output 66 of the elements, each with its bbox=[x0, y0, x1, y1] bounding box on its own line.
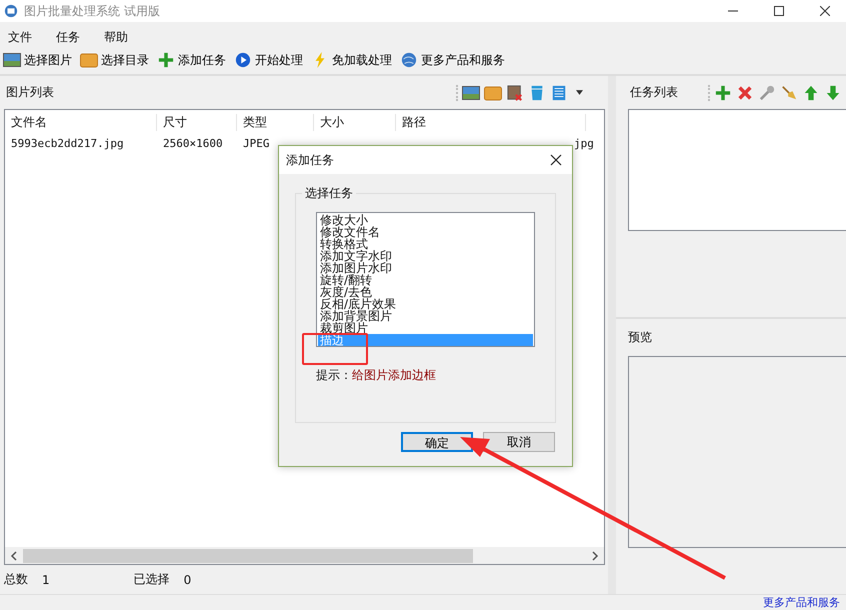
up-arrow-icon bbox=[802, 84, 820, 100]
list-item[interactable]: 反相/底片效果 bbox=[318, 298, 533, 310]
picture-icon bbox=[462, 84, 480, 100]
list-item[interactable]: 灰度/去色 bbox=[318, 286, 533, 298]
dialog-button[interactable]: 取消 bbox=[483, 432, 555, 452]
app-icon bbox=[4, 4, 18, 18]
toolbar-button[interactable]: 选择图片 bbox=[3, 52, 72, 68]
toolbar-button[interactable]: 选择目录 bbox=[80, 52, 149, 68]
status-value: 0 bbox=[184, 572, 192, 586]
toolbar-button[interactable]: 开始处理 bbox=[234, 52, 303, 68]
picture-delete-icon bbox=[506, 84, 524, 100]
list-item[interactable]: 裁剪图片 bbox=[318, 322, 533, 334]
broom-icon bbox=[780, 84, 798, 100]
list-item[interactable]: 转换格式 bbox=[318, 238, 533, 250]
table-cell: JPEG bbox=[243, 136, 270, 150]
picture-icon bbox=[3, 52, 21, 68]
close-icon[interactable] bbox=[820, 6, 830, 16]
menu-item[interactable]: 文件 bbox=[8, 29, 32, 46]
wrench-icon bbox=[758, 84, 776, 100]
folder-icon bbox=[484, 84, 502, 100]
footer-link[interactable]: 更多产品和服务 bbox=[763, 596, 840, 609]
status-label: 总数 bbox=[4, 571, 28, 588]
column-header[interactable]: 大小 bbox=[314, 114, 396, 130]
panel-title: 图片列表 bbox=[6, 84, 54, 101]
hint-label: 提示： bbox=[316, 368, 352, 382]
table-cell: jpg bbox=[574, 136, 594, 150]
panel-title: 预览 bbox=[628, 329, 653, 346]
toolbar-button[interactable]: 更多产品和服务 bbox=[400, 52, 505, 68]
column-header[interactable]: 文件名 bbox=[5, 114, 157, 130]
list-item[interactable]: 修改文件名 bbox=[318, 226, 533, 238]
plus-icon bbox=[157, 52, 175, 68]
toolbar-button[interactable]: 添加任务 bbox=[157, 52, 226, 68]
list-item[interactable]: 旋转/翻转 bbox=[318, 274, 533, 286]
scrollbar-thumb[interactable] bbox=[23, 548, 473, 562]
table-cell: 2560×1600 bbox=[163, 136, 223, 150]
column-header[interactable]: 尺寸 bbox=[157, 114, 237, 130]
table-cell: 5993ecb2dd217.jpg bbox=[11, 136, 124, 150]
status-value: 1 bbox=[42, 572, 50, 586]
down-arrow-icon bbox=[824, 84, 842, 100]
horizontal-scrollbar[interactable] bbox=[5, 547, 604, 564]
close-icon[interactable] bbox=[550, 154, 562, 166]
list-item[interactable]: 修改大小 bbox=[318, 214, 533, 226]
plus-icon bbox=[714, 84, 732, 100]
list-item[interactable]: 添加文字水印 bbox=[318, 250, 533, 262]
globe-icon bbox=[400, 52, 418, 68]
play-icon bbox=[234, 52, 252, 68]
list-item[interactable]: 添加图片水印 bbox=[318, 262, 533, 274]
list-view-icon bbox=[550, 84, 568, 100]
window-title: 图片批量处理系统 试用版 bbox=[24, 2, 160, 20]
group-label: 选择任务 bbox=[302, 185, 356, 202]
list-item[interactable]: 添加背景图片 bbox=[318, 310, 533, 322]
dialog-button[interactable]: 确定 bbox=[401, 432, 473, 452]
column-header[interactable]: 类型 bbox=[237, 114, 314, 130]
toolbar-button[interactable]: 免加载处理 bbox=[311, 52, 392, 68]
folder-icon bbox=[80, 52, 98, 68]
dropdown-caret-icon[interactable] bbox=[576, 90, 583, 95]
menu-item[interactable]: 帮助 bbox=[104, 29, 128, 46]
column-header[interactable]: 路径 bbox=[396, 114, 586, 130]
hint-text: 给图片添加边框 bbox=[352, 368, 436, 382]
highlight-frame bbox=[302, 333, 368, 365]
maximize-icon[interactable] bbox=[774, 6, 784, 16]
dialog-title: 添加任务 bbox=[286, 152, 334, 168]
menu-item[interactable]: 任务 bbox=[56, 29, 80, 46]
delete-icon bbox=[736, 84, 754, 100]
status-label: 已选择 bbox=[134, 571, 170, 588]
panel-title: 任务列表 bbox=[630, 84, 678, 101]
